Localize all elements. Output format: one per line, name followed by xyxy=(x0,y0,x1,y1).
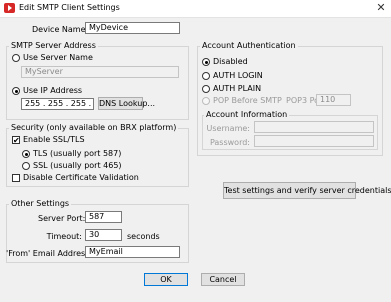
account-authentication-title: Account Authentication xyxy=(200,41,298,51)
use-ip-address-label[interactable]: Use IP Address xyxy=(23,86,82,96)
use-ip-address-radio[interactable] xyxy=(12,87,20,95)
pop-before-smtp-radio[interactable] xyxy=(202,97,210,105)
security-title: Security (only available on BRX platform… xyxy=(9,123,179,133)
server-port-label: Server Port: xyxy=(38,214,86,223)
password-field[interactable] xyxy=(254,135,374,147)
ip-address-field[interactable]: 255 . 255 . 255 . 255 xyxy=(21,98,94,110)
checkmark-icon: ✔ xyxy=(13,136,20,145)
ok-button[interactable]: OK xyxy=(144,273,188,286)
device-name-field[interactable]: MyDevice xyxy=(85,22,180,34)
auth-plain-radio[interactable] xyxy=(202,85,210,93)
from-email-label: 'From' Email Address: xyxy=(6,249,93,258)
timeout-units: seconds xyxy=(127,232,160,241)
password-label: Password: xyxy=(209,138,250,147)
enable-ssl-tls-checkbox[interactable]: ✔ xyxy=(12,136,20,145)
timeout-field[interactable]: 30 xyxy=(85,229,122,241)
auth-disabled-radio[interactable] xyxy=(202,58,210,66)
server-name-field[interactable]: MyServer xyxy=(21,66,179,78)
app-icon xyxy=(4,3,15,13)
pop-before-smtp-label[interactable]: POP Before SMTP xyxy=(213,96,282,106)
dns-lookup-button[interactable]: DNS Lookup... xyxy=(98,97,155,110)
account-information-title: Account Information xyxy=(204,110,290,120)
tls-radio[interactable] xyxy=(22,150,30,158)
tls-label[interactable]: TLS (usually port 587) xyxy=(33,149,121,159)
window-title: Edit SMTP Client Settings xyxy=(19,3,120,12)
from-email-field[interactable]: MyEmail xyxy=(85,246,180,258)
auth-login-radio[interactable] xyxy=(202,72,210,80)
server-port-field[interactable]: 587 xyxy=(85,211,122,223)
other-settings-title: Other Settings xyxy=(9,199,72,209)
smtp-server-address-title: SMTP Server Address xyxy=(9,41,98,51)
username-field[interactable] xyxy=(254,121,374,133)
enable-ssl-tls-label[interactable]: Enable SSL/TLS xyxy=(23,135,85,145)
device-name-label: Device Name: xyxy=(32,25,89,34)
auth-plain-label[interactable]: AUTH PLAIN xyxy=(213,84,261,94)
username-label: Username: xyxy=(206,124,250,133)
ssl-radio[interactable] xyxy=(22,162,30,170)
auth-login-label[interactable]: AUTH LOGIN xyxy=(213,71,263,81)
close-icon[interactable]: ✕ xyxy=(374,1,388,15)
ssl-label[interactable]: SSL (usually port 465) xyxy=(33,161,122,171)
pop3-port-field[interactable]: 110 xyxy=(316,94,351,106)
cancel-button[interactable]: Cancel xyxy=(201,273,245,286)
auth-disabled-label[interactable]: Disabled xyxy=(213,57,248,67)
use-server-name-radio[interactable] xyxy=(12,54,20,62)
use-server-name-label[interactable]: Use Server Name xyxy=(23,53,93,63)
disable-cert-validation-checkbox[interactable] xyxy=(12,174,20,182)
test-settings-button[interactable]: Test settings and verify server credenti… xyxy=(223,182,391,199)
disable-cert-validation-label[interactable]: Disable Certificate Validation xyxy=(23,173,139,183)
timeout-label: Timeout: xyxy=(46,232,82,241)
